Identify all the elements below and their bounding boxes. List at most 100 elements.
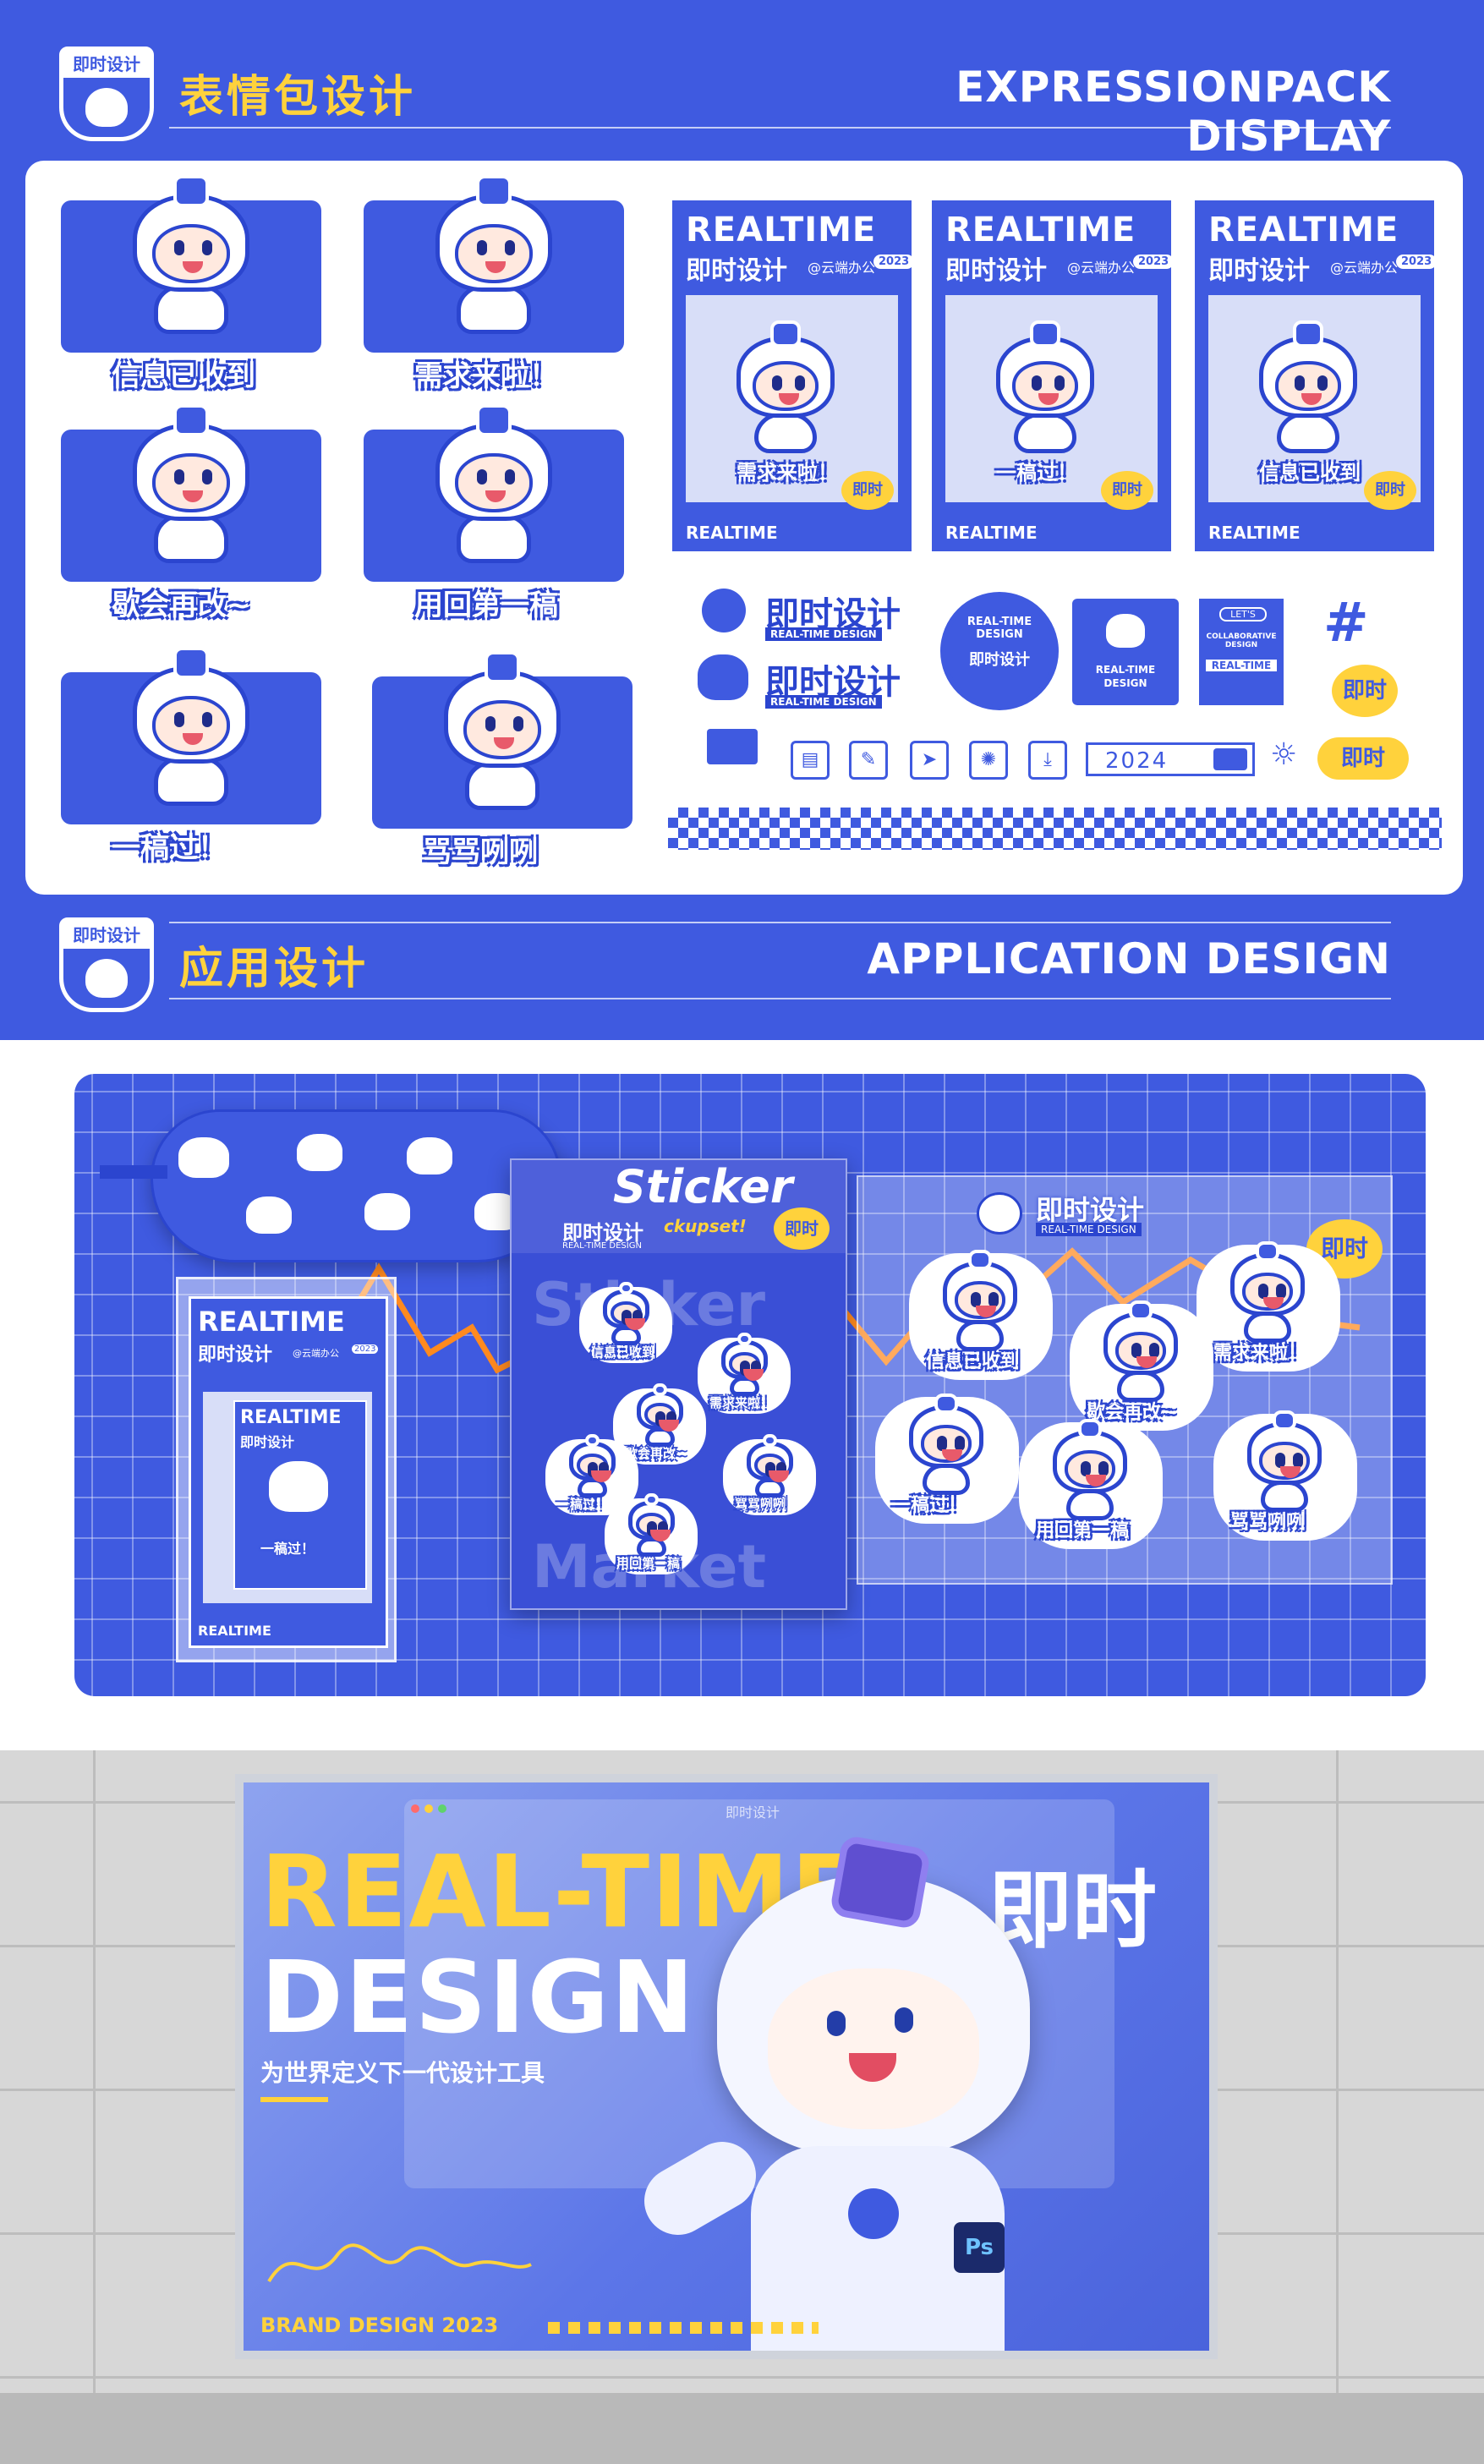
mascot-body [457,285,531,334]
sheet-sticker-caption: 一稿过！ [892,1495,967,1516]
crown-icon [1273,1410,1296,1431]
inner-mascot [269,1461,328,1512]
mascot-body [154,285,228,334]
mascot-face [729,1352,764,1381]
mascot-mouth [976,1306,997,1318]
poster-foot: REALTIME [945,523,1038,543]
mascot-face [636,1513,671,1541]
section2-divider [169,998,1391,999]
notebook-panel: REALTIME 即时设计 一稿过！ [203,1392,372,1603]
logo-drop-icon [702,589,746,632]
mascot-face [1259,1441,1310,1480]
inner-title: REALTIME [240,1407,342,1428]
sticker-caption: 歇会再改~ [112,589,251,622]
mascot-eye [174,239,184,255]
mascot-3d-head [717,1834,1030,2155]
crown-icon [1129,1300,1153,1321]
mascot-face [1274,361,1341,412]
crown-icon [1078,1419,1102,1439]
mascot-face [921,1424,972,1463]
sticker-bag: Sticker 即时设计 ckupset! REAL-TIME DESIGN 即… [510,1158,847,1610]
mascot-eye [504,468,515,485]
bag-title: Sticker [613,1160,793,1213]
mascot-mouth [1280,1466,1301,1479]
mascot-3d-face [768,1968,979,2129]
lightbulb-icon: ☼ [1270,737,1298,772]
poster-caption: 需求来啦！ [737,461,838,485]
mascot-eye [1031,375,1042,391]
poster: REALTIME 即时设计 @云端办公 2023 信息已收到 即时 REALTIME [1195,200,1437,551]
tile-line [0,2376,1484,2379]
mask-mascot-icon-3 [407,1137,452,1175]
window-dot-red [411,1804,419,1813]
mascot-mouth [849,2053,896,2082]
logo-wordmark-en-2: REAL-TIME DESIGN [765,695,882,709]
tag-bottom: REAL-TIME [1206,660,1277,671]
mascot-chest-logo [848,2188,899,2239]
mascot-mouth [942,1449,963,1462]
poster: REALTIME 即时设计 @云端办公 2023 需求来啦！ 即时 REALTIME [672,200,915,551]
crown-icon [172,175,209,207]
crown-icon [644,1493,659,1506]
mascot-face [1011,361,1078,412]
mascot-face [1065,1449,1115,1488]
checker-strip [668,808,1442,850]
sticker-caption: 需求来啦！ [414,359,558,393]
mascot-eye [201,239,212,255]
sheet-sticker-caption: 骂骂咧咧 [1230,1512,1306,1533]
floor [0,2393,1484,2464]
section-title-cn: 表情包设计 [179,72,417,123]
poster-sub: @云端办公 [1067,260,1136,276]
sheet-sticker-caption: 歇会再改~ [1087,1402,1177,1423]
mask-mascot-icon [178,1137,229,1178]
sticker-caption: 用回第一稿 [414,589,558,622]
poster-burst: 即时 [1364,471,1416,510]
sheet-logo-icon [977,1192,1022,1235]
bag-sticker-caption: 用回第一稿 [616,1556,681,1571]
mascot-face [1115,1331,1166,1370]
crown-icon [172,404,209,436]
mascot-mouth [485,260,506,273]
notebook: REALTIME 即时设计 @云端办公 2023 REALTIME 即时设计 一… [189,1296,388,1648]
crown-icon [1256,1241,1279,1262]
chevron-stripe [548,2322,819,2334]
square-logo: REAL-TIME DESIGN [1072,599,1179,705]
mascot-eye [1317,375,1328,391]
mascot-body [154,514,228,563]
window-title: 即时设计 [726,1804,780,1821]
sheet-sticker-caption: 用回第一稿 [1036,1520,1130,1541]
crown-icon [475,404,512,436]
crown-icon [763,1434,777,1447]
tagline-underline [260,2097,328,2102]
round-seal: REAL-TIME DESIGN 即时设计 [940,592,1059,710]
inner-caption: 一稿过！ [260,1541,315,1557]
year-text: 2024 [1105,748,1169,774]
sheet-sticker: 骂骂咧咧 [1213,1410,1357,1541]
mascot-mouth [1136,1356,1158,1369]
badge-mascot-icon-2 [85,959,128,998]
sheet-sticker: 信息已收到 [909,1250,1053,1380]
section2-title-en: APPLICATION DESIGN [867,934,1391,983]
crown-icon [172,647,209,679]
poster-burst: 即时 [841,471,894,510]
mascot-eye [477,468,487,485]
poster-foot: REALTIME [1208,523,1301,543]
mascot-eye [795,375,806,391]
year-box: 2024 [1086,742,1255,776]
mascot-eye [201,711,212,727]
bag-sticker: 骂骂咧咧 [723,1434,816,1515]
year-mascot-icon [1213,748,1247,770]
mascot-face [955,1280,1005,1319]
poster-sub: @云端办公 [1330,260,1399,276]
sheet-sticker: 用回第一稿 [1019,1419,1163,1549]
mascot-face [611,1301,645,1330]
bag-sticker-caption: 需求来啦！ [709,1395,774,1410]
poster-cn: 即时设计 [686,256,787,286]
notebook-foot: REALTIME [198,1623,271,1639]
mask-mascot-icon-2 [297,1134,342,1171]
bag-sticker: 需求来啦！ [698,1333,791,1414]
mascot-eye-right [895,2007,913,2033]
crown-icon [653,1383,667,1396]
sheet-sticker: 需求来啦！ [1197,1241,1340,1372]
download-icon: ⤓ [1028,741,1067,780]
